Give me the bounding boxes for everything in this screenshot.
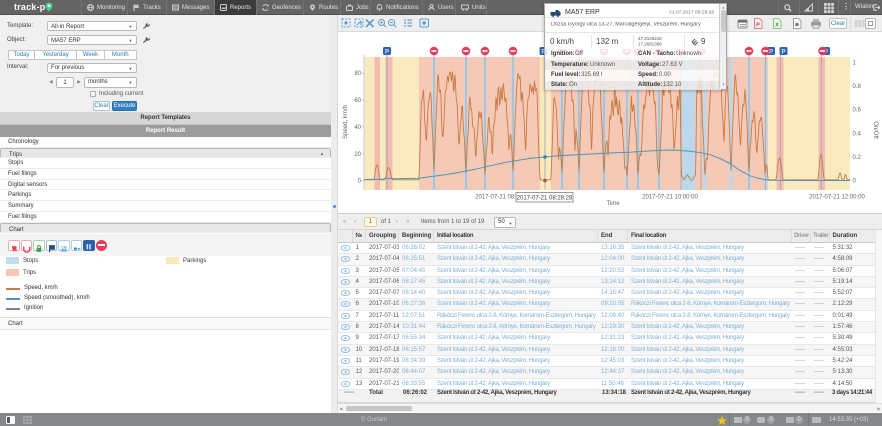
svg-text:2017-07-21 08:28:28: 2017-07-21 08:28:28 bbox=[517, 196, 573, 202]
svg-text:40: 40 bbox=[354, 125, 361, 131]
svg-text:20: 20 bbox=[354, 152, 361, 158]
svg-text:1: 1 bbox=[853, 60, 857, 66]
svg-text:Time: Time bbox=[606, 201, 620, 207]
svg-text:0: 0 bbox=[358, 179, 362, 185]
svg-text:Speed, km/h: Speed, km/h bbox=[343, 105, 349, 139]
svg-text:0.2: 0.2 bbox=[853, 155, 862, 161]
svg-text:0.4: 0.4 bbox=[853, 131, 862, 137]
svg-text:0.8: 0.8 bbox=[853, 84, 862, 90]
svg-text:60: 60 bbox=[354, 98, 361, 104]
svg-text:80: 80 bbox=[354, 71, 361, 77]
svg-text:0.6: 0.6 bbox=[853, 108, 862, 114]
svg-text:2017-07-21 12:00:00: 2017-07-21 12:00:00 bbox=[809, 195, 865, 201]
svg-text:On/Off: On/Off bbox=[872, 121, 878, 139]
svg-text:X: X bbox=[775, 23, 779, 29]
svg-text:0: 0 bbox=[853, 179, 857, 185]
svg-text:P: P bbox=[781, 50, 785, 56]
svg-text:P: P bbox=[756, 23, 760, 29]
svg-text:P: P bbox=[385, 50, 389, 56]
svg-text:2017-07-21 10:00:00: 2017-07-21 10:00:00 bbox=[642, 195, 698, 201]
